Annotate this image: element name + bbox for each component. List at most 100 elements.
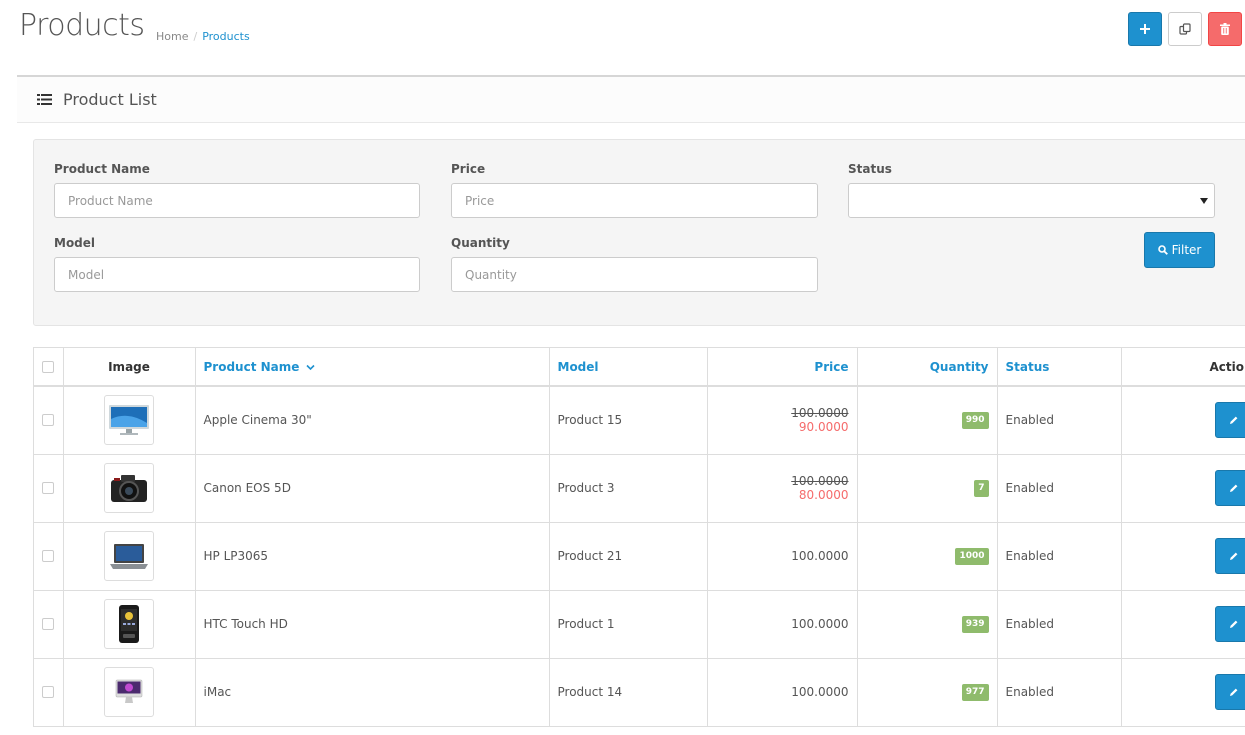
panel-heading: Product List — [17, 77, 1245, 123]
pencil-icon — [1228, 551, 1239, 562]
product-table-wrapper: Image Product Name Model Price Quantity … — [33, 347, 1245, 727]
pencil-icon — [1228, 619, 1239, 630]
quantity-badge: 1000 — [955, 548, 988, 565]
special-price: 80.0000 — [716, 488, 849, 502]
row-checkbox[interactable] — [42, 686, 54, 698]
model-label: Model — [54, 236, 95, 250]
edit-button[interactable] — [1215, 538, 1245, 574]
image-cell — [63, 590, 195, 658]
delete-button[interactable] — [1208, 12, 1242, 46]
product-name-cell: HP LP3065 — [195, 522, 549, 590]
model-input[interactable] — [54, 257, 420, 292]
add-new-button[interactable] — [1128, 12, 1162, 46]
column-status[interactable]: Status — [997, 348, 1121, 386]
model-cell: Product 1 — [549, 590, 707, 658]
monitor-image — [108, 403, 150, 437]
row-select-cell — [34, 454, 63, 522]
trash-icon — [1220, 23, 1230, 35]
row-checkbox[interactable] — [42, 618, 54, 630]
quantity-badge: 990 — [962, 412, 989, 429]
action-cell — [1121, 454, 1245, 522]
column-model[interactable]: Model — [549, 348, 707, 386]
quantity-input[interactable] — [451, 257, 818, 292]
breadcrumb-products[interactable]: Products — [202, 30, 250, 43]
status-label: Status — [848, 162, 892, 176]
select-all-cell — [34, 348, 63, 386]
price-cell: 100.0000 — [707, 522, 857, 590]
image-cell — [63, 522, 195, 590]
quantity-cell: 7 — [857, 454, 997, 522]
list-icon — [37, 94, 52, 105]
price-cell: 100.0000 — [707, 590, 857, 658]
model-cell: Product 21 — [549, 522, 707, 590]
image-cell — [63, 454, 195, 522]
price-label: Price — [451, 162, 485, 176]
filter-button[interactable]: Filter — [1144, 232, 1215, 268]
quantity-badge: 7 — [974, 480, 988, 497]
pencil-icon — [1228, 483, 1239, 494]
column-image: Image — [63, 348, 195, 386]
panel-title: Product List — [63, 90, 157, 109]
quantity-badge: 977 — [962, 684, 989, 701]
copy-icon — [1179, 23, 1191, 35]
page-header: Products Home/Products — [0, 0, 1245, 76]
row-select-cell — [34, 590, 63, 658]
status-cell: Enabled — [997, 658, 1121, 726]
chevron-down-icon — [306, 364, 315, 371]
breadcrumb: Home/Products — [156, 30, 250, 43]
product-name-cell: HTC Touch HD — [195, 590, 549, 658]
product-name-input[interactable] — [54, 183, 420, 218]
product-thumbnail[interactable] — [104, 531, 154, 581]
special-price: 90.0000 — [716, 420, 849, 434]
edit-button[interactable] — [1215, 606, 1245, 642]
table-row: HTC Touch HD Product 1 100.0000 939 Enab… — [34, 590, 1245, 658]
quantity-cell: 990 — [857, 386, 997, 454]
price-cell: 100.0000 — [707, 658, 857, 726]
status-select[interactable] — [848, 183, 1215, 218]
product-name-cell: iMac — [195, 658, 549, 726]
filter-button-label: Filter — [1172, 243, 1202, 257]
phone-image — [117, 604, 141, 644]
pencil-icon — [1228, 415, 1239, 426]
quantity-cell: 939 — [857, 590, 997, 658]
row-checkbox[interactable] — [42, 414, 54, 426]
price-value: 100.0000 — [791, 617, 848, 631]
product-list-panel: Product List Product Name Price Status M… — [17, 75, 1245, 735]
price-cell: 100.0000 90.0000 — [707, 386, 857, 454]
column-quantity[interactable]: Quantity — [857, 348, 997, 386]
column-product-name[interactable]: Product Name — [195, 348, 549, 386]
image-cell — [63, 658, 195, 726]
caret-down-icon — [1200, 198, 1208, 204]
table-row: iMac Product 14 100.0000 977 Enabled — [34, 658, 1245, 726]
row-checkbox[interactable] — [42, 550, 54, 562]
table-row: Apple Cinema 30" Product 15 100.0000 90.… — [34, 386, 1245, 454]
column-price[interactable]: Price — [707, 348, 857, 386]
pencil-icon — [1228, 687, 1239, 698]
quantity-badge: 939 — [962, 616, 989, 633]
table-header-row: Image Product Name Model Price Quantity … — [34, 348, 1245, 386]
breadcrumb-home[interactable]: Home — [156, 30, 188, 43]
edit-button[interactable] — [1215, 674, 1245, 710]
action-cell — [1121, 590, 1245, 658]
original-price: 100.0000 — [716, 474, 849, 488]
action-cell — [1121, 522, 1245, 590]
product-thumbnail[interactable] — [104, 395, 154, 445]
select-all-checkbox[interactable] — [42, 361, 54, 373]
product-thumbnail[interactable] — [104, 463, 154, 513]
product-name-label: Product Name — [54, 162, 150, 176]
search-icon — [1158, 245, 1168, 255]
product-thumbnail[interactable] — [104, 599, 154, 649]
edit-button[interactable] — [1215, 402, 1245, 438]
copy-button[interactable] — [1168, 12, 1202, 46]
page-title: Products — [19, 8, 145, 43]
row-checkbox[interactable] — [42, 482, 54, 494]
status-cell: Enabled — [997, 454, 1121, 522]
edit-button[interactable] — [1215, 470, 1245, 506]
product-thumbnail[interactable] — [104, 667, 154, 717]
add-icon — [1140, 24, 1150, 34]
table-row: HP LP3065 Product 21 100.0000 1000 Enabl… — [34, 522, 1245, 590]
image-cell — [63, 386, 195, 454]
laptop-image — [109, 541, 149, 571]
price-input[interactable] — [451, 183, 818, 218]
imac-image — [114, 678, 144, 706]
